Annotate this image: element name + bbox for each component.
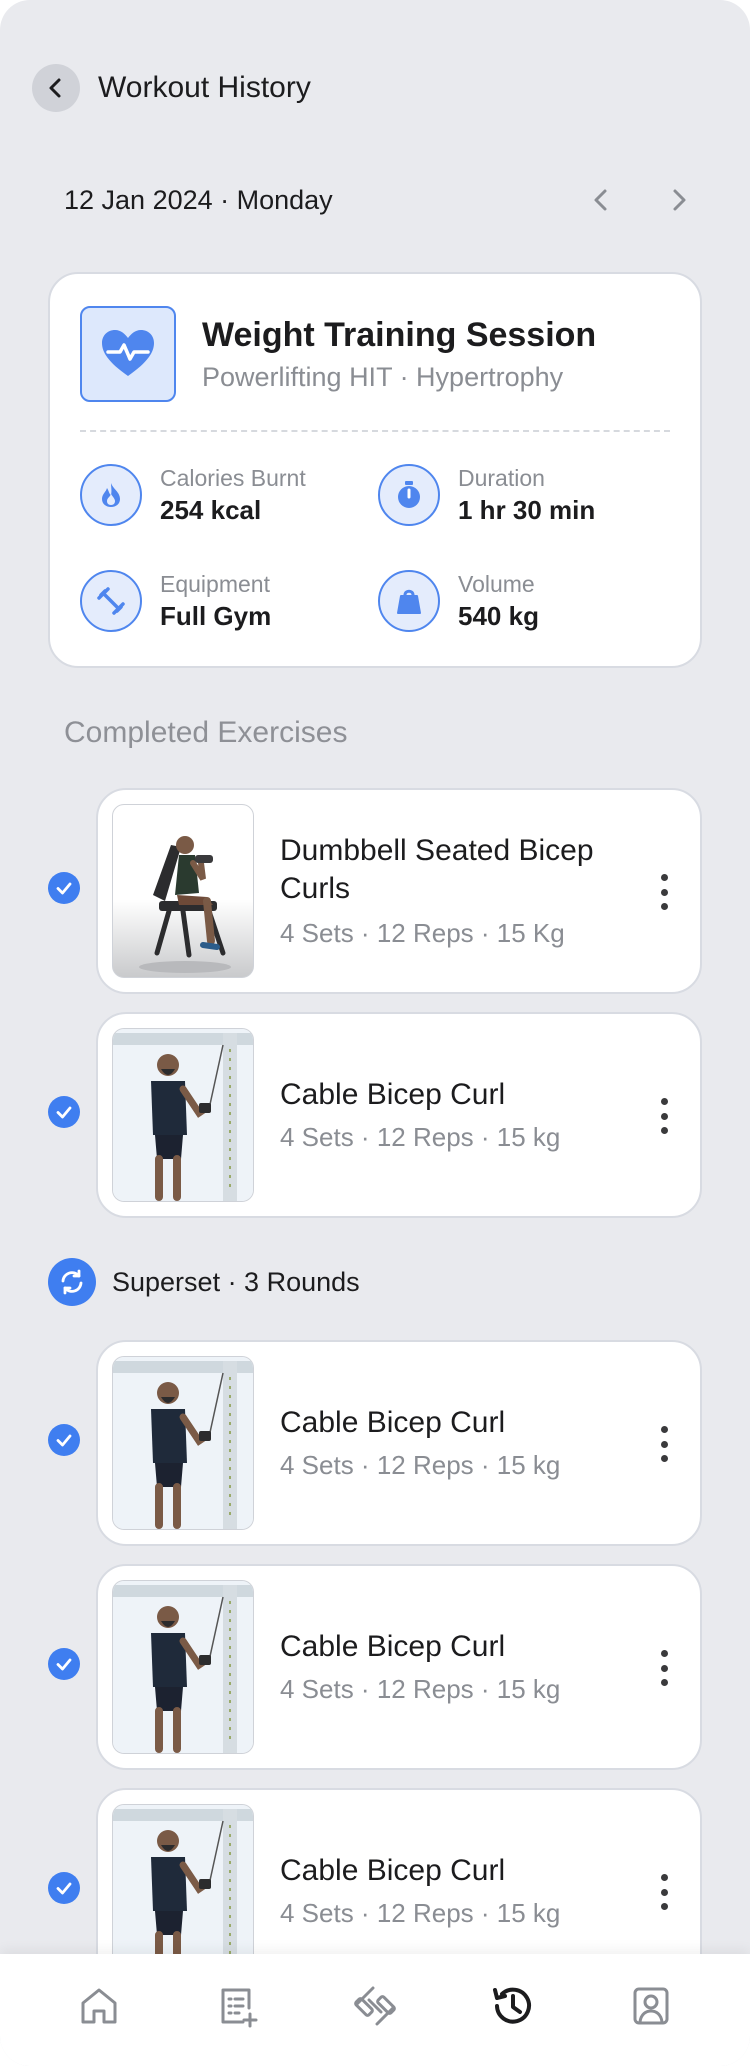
exercise-thumbnail [112, 1804, 254, 1978]
chevron-left-icon [594, 189, 607, 211]
date-label: 12 Jan 2024 · Monday [64, 184, 333, 215]
header: Workout History [32, 64, 311, 112]
superset-header: Superset · 3 Rounds [48, 1258, 360, 1306]
exercise-name: Cable Bicep Curl [280, 1854, 506, 1887]
exercise-thumbnail [112, 1028, 254, 1202]
previous-day-button[interactable] [588, 187, 614, 213]
stat-duration: Duration 1 hr 30 min [378, 464, 595, 526]
history-icon [493, 1987, 531, 2024]
stat-label: Volume [458, 570, 535, 597]
dumbbell-icon [80, 570, 142, 632]
bottom-nav [0, 1954, 750, 2066]
chevron-right-icon [673, 189, 686, 211]
nav-home[interactable] [69, 1976, 129, 2036]
check-icon[interactable] [48, 1424, 80, 1456]
nav-add-plan[interactable] [207, 1976, 267, 2036]
nav-profile[interactable] [621, 1976, 681, 2036]
exercise-card[interactable]: Cable Bicep Curl 4 Sets · 12 Reps · 15 k… [96, 1012, 702, 1218]
exercise-meta: 4 Sets · 12 Reps · 15 kg [280, 1122, 561, 1152]
exercise-card[interactable]: Cable Bicep Curl 4 Sets · 12 Reps · 15 k… [96, 1564, 702, 1770]
exercise-card[interactable]: Cable Bicep Curl 4 Sets · 12 Reps · 15 k… [96, 1340, 702, 1546]
more-options-icon[interactable] [658, 874, 670, 910]
profile-icon [633, 1987, 669, 2025]
page-title: Workout History [98, 71, 311, 104]
exercise-meta: 4 Sets · 12 Reps · 15 kg [280, 1450, 561, 1480]
exercise-card[interactable]: Dumbbell Seated Bicep Curls 4 Sets · 12 … [96, 788, 702, 994]
heart-pulse-icon [80, 306, 176, 402]
stat-value: 254 kcal [160, 494, 262, 525]
more-options-icon[interactable] [658, 1874, 670, 1910]
more-options-icon[interactable] [658, 1098, 670, 1134]
stat-volume: Volume 540 kg [378, 570, 539, 632]
home-icon [81, 1988, 117, 2024]
date-selector: 12 Jan 2024 · Monday [64, 178, 692, 222]
exercise-meta: 4 Sets · 12 Reps · 15 Kg [280, 918, 565, 948]
exercise-meta: 4 Sets · 12 Reps · 15 kg [280, 1674, 561, 1704]
exercise-name: Dumbbell Seated Bicep Curls [280, 834, 594, 905]
exercise-name: Cable Bicep Curl [280, 1630, 506, 1663]
check-icon[interactable] [48, 1096, 80, 1128]
exercise-meta: 4 Sets · 12 Reps · 15 kg [280, 1898, 561, 1928]
chevron-left-icon [49, 78, 61, 98]
exercise-thumbnail [112, 1580, 254, 1754]
stat-value: 540 kg [458, 600, 539, 631]
back-button[interactable] [32, 64, 80, 112]
superset-label: Superset · 3 Rounds [112, 1266, 360, 1297]
repeat-icon [48, 1258, 96, 1306]
check-icon[interactable] [48, 1872, 80, 1904]
exercise-name: Cable Bicep Curl [280, 1078, 506, 1111]
more-options-icon[interactable] [658, 1650, 670, 1686]
session-title: Weight Training Session [202, 316, 597, 354]
stat-value: 1 hr 30 min [458, 494, 596, 525]
stat-label: Duration [458, 464, 545, 491]
next-day-button[interactable] [666, 187, 692, 213]
stat-label: Calories Burnt [160, 464, 306, 491]
more-options-icon[interactable] [658, 1426, 670, 1462]
stat-label: Equipment [160, 570, 270, 597]
divider [80, 430, 670, 432]
add-plan-icon [221, 1988, 258, 2028]
dumbbell-icon [354, 1986, 396, 2026]
workout-history-screen: Workout History 12 Jan 2024 · Monday Wei… [0, 0, 750, 2066]
stat-value: Full Gym [160, 600, 272, 631]
completed-exercises-heading: Completed Exercises [64, 716, 348, 749]
check-icon[interactable] [48, 1648, 80, 1680]
nav-history[interactable] [483, 1976, 543, 2036]
exercise-name: Cable Bicep Curl [280, 1406, 506, 1439]
weight-icon [378, 570, 440, 632]
nav-workouts[interactable] [345, 1976, 405, 2036]
stat-equipment: Equipment Full Gym [80, 570, 271, 632]
exercise-thumbnail [112, 1356, 254, 1530]
check-icon[interactable] [48, 872, 80, 904]
stopwatch-icon [378, 464, 440, 526]
stat-calories: Calories Burnt 254 kcal [80, 464, 306, 526]
session-subtitle: Powerlifting HIT · Hypertrophy [202, 362, 564, 392]
date-nav [588, 187, 692, 213]
exercise-thumbnail [112, 804, 254, 978]
session-summary-card[interactable]: Weight Training Session Powerlifting HIT… [48, 272, 702, 668]
flame-icon [80, 464, 142, 526]
